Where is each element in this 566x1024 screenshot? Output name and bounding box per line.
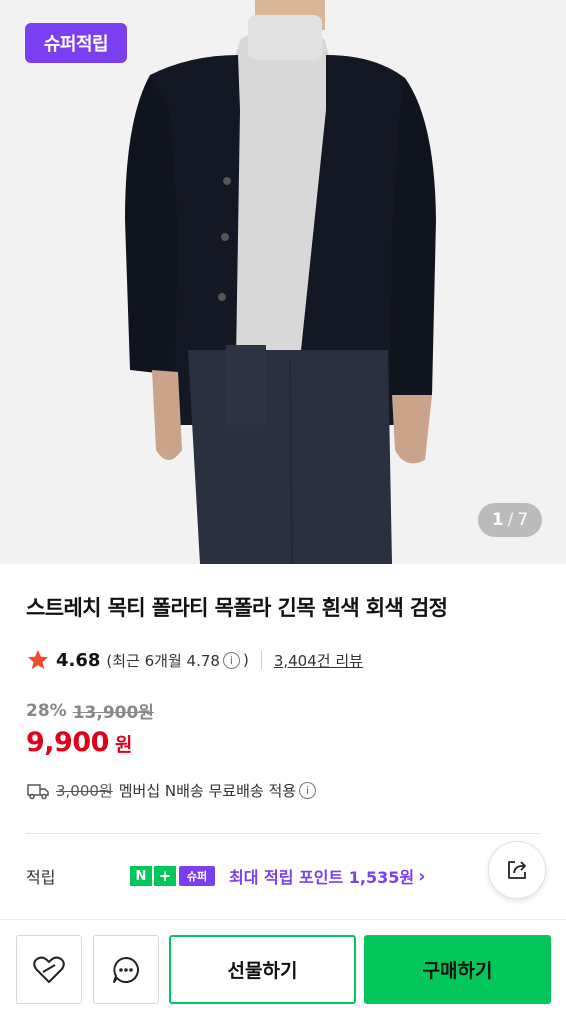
- chevron-right-icon: ›: [418, 865, 426, 887]
- discount-rate: 28%: [26, 700, 67, 721]
- divider: [260, 651, 262, 669]
- heart-icon: [33, 956, 65, 983]
- divider: [26, 833, 540, 834]
- super-badge: 슈퍼: [179, 866, 215, 886]
- points-label: 적립: [26, 868, 56, 887]
- shipping-row: 3,000원 멤버십 N배송 무료배송 적용 i: [26, 780, 319, 801]
- shipping-fee: 3,000원: [56, 782, 113, 800]
- review-count-link[interactable]: 3,404건 리뷰: [274, 650, 363, 671]
- image-pager: 1 / 7: [478, 503, 542, 537]
- plus-icon: +: [154, 866, 176, 886]
- info-icon[interactable]: i: [222, 651, 240, 669]
- recent-rating: (최근 6개월 4.78: [106, 651, 220, 670]
- star-icon: [28, 650, 48, 669]
- n-logo: N: [130, 866, 152, 886]
- rating-value: 4.68: [56, 649, 101, 671]
- product-image[interactable]: 슈퍼적립 1 / 7: [0, 0, 566, 564]
- truck-icon: [27, 783, 49, 799]
- share-icon: [508, 861, 526, 879]
- pager-separator: /: [507, 510, 514, 530]
- share-button[interactable]: [488, 841, 546, 899]
- product-title: 스트레치 목티 폴라티 목폴라 긴목 흰색 회색 검정: [26, 596, 448, 620]
- wishlist-button[interactable]: [16, 935, 82, 1004]
- currency: 원: [114, 734, 133, 756]
- chat-icon: [113, 956, 139, 983]
- discount-row: 28% 13,900원: [26, 698, 154, 724]
- pager-total: 7: [517, 510, 529, 530]
- sale-price: 9,900: [26, 727, 109, 758]
- original-price: 13,900원: [72, 703, 154, 723]
- gift-button[interactable]: 선물하기: [169, 935, 356, 1004]
- price-row: 9,900 원: [26, 727, 132, 758]
- buy-button[interactable]: 구매하기: [364, 935, 551, 1004]
- rating-row: 4.68 (최근 6개월 4.78 i ) 3,404건 리뷰: [26, 646, 363, 674]
- chat-button[interactable]: [93, 935, 159, 1004]
- product-photo: [0, 0, 566, 564]
- super-points-badge: 슈퍼적립: [25, 23, 127, 63]
- recent-rating-close: ): [242, 651, 249, 669]
- points-row[interactable]: 적립 N + 슈퍼 최대 적립 포인트 1,535원 ›: [26, 862, 426, 890]
- naver-plus-badge: N + 슈퍼: [130, 866, 215, 886]
- shipping-note: 멤버십 N배송 무료배송 적용: [118, 782, 297, 800]
- pager-current: 1: [491, 510, 504, 530]
- max-points-text[interactable]: 최대 적립 포인트 1,535원: [229, 864, 414, 888]
- bottom-bar-divider: [0, 919, 566, 920]
- info-icon[interactable]: i: [299, 782, 317, 799]
